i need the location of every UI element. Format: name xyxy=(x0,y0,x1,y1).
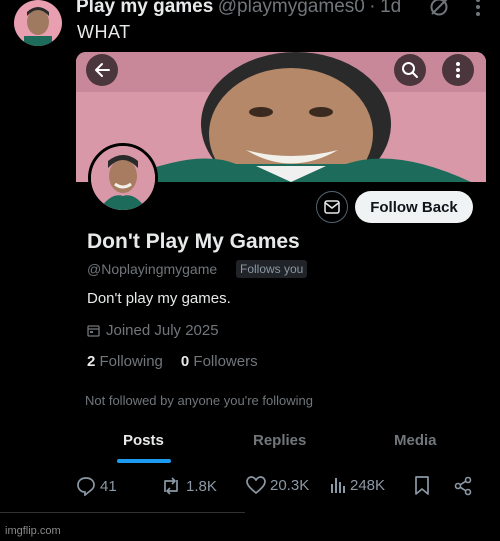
repost-count: 1.8K xyxy=(186,477,217,495)
tweet-text: WHAT xyxy=(77,22,131,42)
joined-date: Joined July 2025 xyxy=(87,322,219,339)
avatar[interactable] xyxy=(14,0,62,46)
follows-you-badge: Follows you xyxy=(236,260,308,278)
tweet-header: Play my games @playmygames0 · 1d xyxy=(76,0,500,22)
envelope-icon xyxy=(324,200,340,214)
profile-handle: @Noplayingmygame xyxy=(87,261,218,277)
search-button[interactable] xyxy=(394,54,426,86)
not-followed-notice: Not followed by anyone you're following xyxy=(85,393,313,408)
following-link[interactable]: 2 Following xyxy=(87,353,163,370)
arrow-left-icon xyxy=(95,63,110,77)
profile-bio: Don't play my games. xyxy=(87,290,231,307)
follow-stats: 2 Following 0 Followers xyxy=(87,353,258,370)
tab-replies[interactable]: Replies xyxy=(253,432,306,449)
back-button[interactable] xyxy=(86,54,118,86)
search-icon xyxy=(402,62,418,78)
calendar-icon xyxy=(87,325,100,337)
follow-back-button[interactable]: Follow Back xyxy=(355,191,473,223)
repost-button[interactable]: 1.8K xyxy=(160,476,217,496)
divider xyxy=(0,512,245,513)
heart-icon xyxy=(246,476,266,494)
like-count: 20.3K xyxy=(270,476,310,494)
joined-text: Joined July 2025 xyxy=(106,322,219,339)
profile-avatar[interactable] xyxy=(88,143,158,213)
following-label: Following xyxy=(99,353,163,370)
display-name[interactable]: Play my games xyxy=(76,0,213,17)
more-button[interactable] xyxy=(442,54,474,86)
reply-button[interactable]: 41 xyxy=(76,476,117,496)
tab-posts[interactable]: Posts xyxy=(123,432,164,449)
view-count: 248K xyxy=(350,476,386,494)
tab-media[interactable]: Media xyxy=(394,432,437,449)
handle[interactable]: @playmygames0 xyxy=(218,0,365,17)
reply-count: 41 xyxy=(100,477,117,495)
tweet-actions: 41 1.8K 20.3K 248K xyxy=(76,476,490,502)
views-button[interactable]: 248K xyxy=(330,476,385,494)
share-button[interactable] xyxy=(453,476,473,496)
following-count: 2 xyxy=(87,353,96,370)
share-icon xyxy=(454,476,472,496)
views-icon xyxy=(331,478,345,493)
timestamp[interactable]: 1d xyxy=(380,0,401,17)
watermark: imgflip.com xyxy=(5,525,61,537)
separator: · xyxy=(369,0,376,17)
followers-count: 0 xyxy=(180,353,190,370)
reply-icon xyxy=(77,477,95,496)
profile-tabs: Posts Replies Media xyxy=(74,432,488,476)
bookmark-button[interactable] xyxy=(414,476,430,495)
profile-name: Don't Play My Games xyxy=(87,230,300,253)
more-vertical-icon xyxy=(456,62,460,78)
repost-icon xyxy=(164,477,178,495)
like-button[interactable]: 20.3K xyxy=(246,476,309,494)
slashed-circle-icon[interactable] xyxy=(428,0,450,23)
bookmark-icon xyxy=(415,476,429,495)
followers-label: Followers xyxy=(193,353,258,370)
active-tab-indicator xyxy=(117,459,171,463)
followers-link[interactable]: 0 Followers xyxy=(181,353,258,370)
embedded-profile-screenshot[interactable]: Follow Back Don't Play My Games @Noplayi… xyxy=(74,50,488,476)
message-button[interactable] xyxy=(316,191,348,223)
more-vertical-icon[interactable] xyxy=(474,0,482,22)
